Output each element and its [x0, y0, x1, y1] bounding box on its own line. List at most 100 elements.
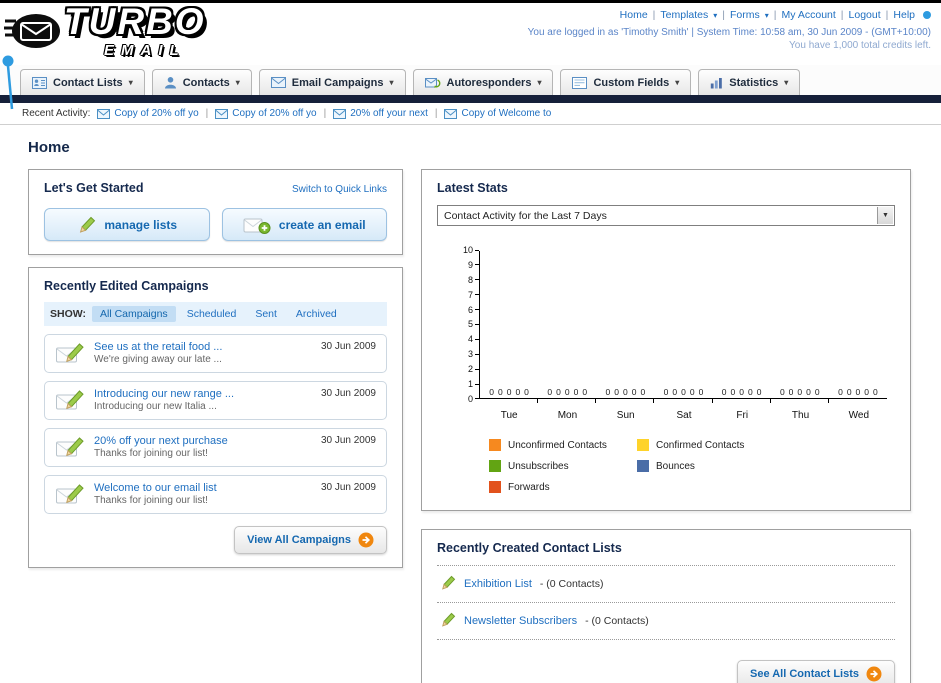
recent-activity-text: Copy of 20% off yo [114, 108, 199, 119]
bar-value-label: 0 [806, 387, 811, 397]
bar-value-label: 0 [698, 387, 704, 397]
top-nav-link-templates[interactable]: Templates [660, 9, 708, 21]
top-nav-link-forms[interactable]: Forms [730, 9, 760, 21]
campaigns-tab-scheduled[interactable]: Scheduled [179, 306, 245, 322]
chart-column: 00000 [713, 251, 771, 403]
contact-list-link[interactable]: Exhibition List [464, 578, 532, 590]
recent-activity-item[interactable]: Copy of 20% off yo [97, 108, 199, 119]
contact-list-count: - (0 Contacts) [539, 577, 604, 590]
y-axis-label: 0 [468, 394, 479, 403]
tab-statistics[interactable]: Statistics ▾ [698, 69, 801, 95]
switch-quick-links-link[interactable]: Switch to Quick Links [292, 184, 387, 195]
tab-email-campaigns[interactable]: Email Campaigns ▾ [258, 69, 406, 95]
campaign-link[interactable]: See us at the retail food ... [94, 341, 222, 353]
top-nav-link-my-account[interactable]: My Account [782, 9, 836, 21]
y-axis-label: 3 [468, 350, 479, 359]
y-axis-labels: 10 9 8 7 6 5 4 3 2 1 0 [453, 246, 479, 403]
see-all-contact-lists-button[interactable]: See All Contact Lists [736, 660, 895, 683]
page: TURBO EMAIL Home | Templates ▾ | Forms ▾… [0, 0, 941, 683]
tab-label: Custom Fields [593, 76, 670, 89]
left-column: Let's Get Started Switch to Quick Links … [28, 169, 403, 568]
envelope-pencil-icon [56, 484, 84, 504]
bar-value-label: 0 [564, 387, 570, 397]
campaign-link[interactable]: Welcome to our email list [94, 482, 217, 494]
legend-label: Bounces [656, 460, 695, 472]
top-nav-link-logout[interactable]: Logout [849, 9, 881, 21]
logo-subtext: EMAIL [104, 42, 186, 59]
campaign-subtitle: Thanks for joining our list! [94, 448, 208, 459]
view-all-campaigns-button[interactable]: View All Campaigns [234, 526, 387, 554]
bar-value-label: 0 [864, 387, 870, 397]
bar-value-label: 0 [788, 387, 794, 397]
x-axis-label: Wed [848, 410, 870, 421]
campaigns-tab-sent[interactable]: Sent [247, 306, 285, 322]
campaign-link[interactable]: Introducing our new range ... [94, 388, 234, 400]
top-nav-link-home[interactable]: Home [620, 9, 648, 21]
contact-list-item: Exhibition List - (0 Contacts) [437, 566, 895, 592]
recent-activity-text: 20% off your next [350, 108, 428, 119]
create-email-button[interactable]: create an email [221, 208, 387, 241]
bar-value-label: 0 [814, 387, 820, 397]
tab-autoresponders[interactable]: Autoresponders ▾ [412, 69, 554, 95]
status-dot-icon [923, 11, 931, 19]
tab-contacts[interactable]: Contacts ▾ [151, 69, 252, 95]
chart: 10 9 8 7 6 5 4 3 2 1 0 000000000000000000000000000… [453, 246, 891, 493]
legend-swatch [637, 439, 649, 451]
legend-label: Unsubscribes [508, 460, 569, 472]
recent-activity-text: Copy of Welcome to [461, 108, 552, 119]
dropdown-arrow-icon: ▾ [764, 10, 769, 20]
dropdown-arrow-icon: ▾ [128, 78, 133, 87]
campaign-date: 30 Jun 2009 [320, 388, 376, 399]
select-arrow-icon: ▼ [877, 207, 893, 224]
legend-label: Confirmed Contacts [656, 439, 745, 451]
campaigns-tab-all[interactable]: All Campaigns [91, 306, 176, 322]
bar-value-label: 0 [506, 387, 512, 397]
nav-separator: | [885, 9, 889, 21]
tab-custom-fields[interactable]: Custom Fields ▾ [560, 69, 692, 95]
pencil-icon [80, 216, 96, 233]
campaign-item: Welcome to our email list Thanks for joi… [44, 475, 387, 514]
envelope-icon [270, 77, 286, 88]
contact-list-link[interactable]: Newsletter Subscribers [464, 615, 577, 627]
recent-activity-bar: Recent Activity: Copy of 20% off yo | Co… [0, 103, 941, 125]
session-info: You are logged in as 'Timothy Smith' | S… [527, 27, 931, 38]
y-axis-label: 8 [468, 275, 479, 284]
logo-text: TURBO [64, 1, 206, 42]
contact-lists-title: Recently Created Contact Lists [437, 541, 622, 555]
logo[interactable]: TURBO EMAIL [4, 1, 304, 65]
bar-value-label: 0 [672, 387, 678, 397]
arrow-circle-icon [358, 532, 374, 548]
chart-plot: 00000000000000000000000000000000000 [479, 251, 887, 403]
nav-separator: | [323, 108, 327, 119]
legend-swatch [489, 439, 501, 451]
tab-label: Email Campaigns [291, 76, 384, 89]
legend-item: Unconfirmed Contacts [489, 439, 637, 451]
recent-activity-item[interactable]: Copy of Welcome to [444, 108, 551, 119]
recent-activity-label: Recent Activity: [22, 108, 91, 119]
stats-period-select[interactable]: Contact Activity for the Last 7 Days ▼ [437, 205, 895, 226]
chart-column: 00000 [480, 251, 539, 403]
campaign-link[interactable]: 20% off your next purchase [94, 435, 228, 447]
content: Home Let's Get Started Switch to Quick L… [0, 125, 941, 683]
x-axis-label: Tue [500, 410, 518, 421]
chart-column: 00000 [771, 251, 829, 403]
recent-activity-item[interactable]: Copy of 20% off yo [215, 108, 317, 119]
bar-value-label: 0 [497, 387, 503, 397]
top-nav-link-help[interactable]: Help [893, 9, 915, 21]
legend-item: Unsubscribes [489, 460, 637, 472]
campaigns-tab-archived[interactable]: Archived [288, 306, 345, 322]
manage-lists-button[interactable]: manage lists [44, 208, 210, 241]
x-axis-label: Mon [557, 410, 578, 421]
contact-lists-panel: Recently Created Contact Lists Exhibitio… [421, 529, 911, 683]
top-nav: Home | Templates ▾ | Forms ▾ | My Accoun… [620, 9, 931, 21]
x-axis-label: Fri [736, 410, 749, 421]
view-all-campaigns-label: View All Campaigns [247, 534, 351, 546]
bar-value-label: 0 [605, 387, 611, 397]
y-axis-label: 1 [468, 380, 479, 389]
recent-activity-item[interactable]: 20% off your next [333, 108, 428, 119]
contact-lists-icon [32, 77, 47, 89]
envelope-pencil-icon [56, 343, 84, 363]
tab-contact-lists[interactable]: Contact Lists ▾ [20, 69, 145, 95]
header: TURBO EMAIL Home | Templates ▾ | Forms ▾… [0, 1, 941, 110]
legend-swatch [489, 481, 501, 493]
